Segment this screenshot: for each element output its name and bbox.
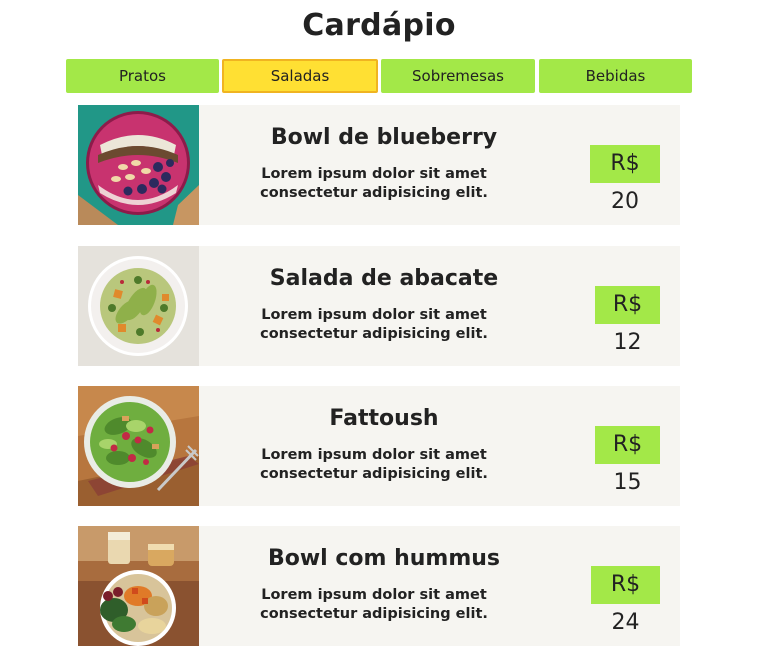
hummus-bowl-photo [78,526,199,646]
menu-item-description: Lorem ipsum dolor sit amet consectetur a… [199,306,549,344]
description-line: Lorem ipsum dolor sit amet [261,166,487,182]
description-line: Lorem ipsum dolor sit amet [261,447,487,463]
price-badge: R$ 24 [591,566,660,635]
menu-item-name: Fattoush [329,406,439,431]
tab-sobremesas[interactable]: Sobremesas [381,59,535,93]
description-line: consectetur adipisicing elit. [260,185,488,201]
page-title: Cardápio [302,8,456,43]
tab-pratos[interactable]: Pratos [66,59,219,93]
menu-item-name: Bowl com hummus [267,546,501,571]
tab-saladas[interactable]: Saladas [222,59,378,93]
description-line: consectetur adipisicing elit. [260,606,488,622]
menu-item-card[interactable]: Bowl de blueberry Lorem ipsum dolor sit … [78,105,680,225]
description-line: consectetur adipisicing elit. [260,466,488,482]
description-line: consectetur adipisicing elit. [260,326,488,342]
menu-item-name: Salada de abacate [269,266,499,291]
menu-item-card[interactable]: Bowl com hummus Lorem ipsum dolor sit am… [78,526,680,646]
price-badge: R$ 12 [595,286,660,355]
menu-item-description: Lorem ipsum dolor sit amet consectetur a… [199,586,549,624]
blueberry-bowl-photo [78,105,199,225]
menu-item-card[interactable]: Fattoush Lorem ipsum dolor sit amet cons… [78,386,680,506]
menu-item-name: Bowl de blueberry [270,125,498,150]
menu-item-description: Lorem ipsum dolor sit amet consectetur a… [199,165,549,203]
description-line: Lorem ipsum dolor sit amet [261,307,487,323]
fattoush-salad-photo [78,386,199,506]
tab-bebidas[interactable]: Bebidas [539,59,692,93]
price-badge: R$ 20 [590,145,660,214]
price-badge: R$ 15 [595,426,660,495]
menu-item-description: Lorem ipsum dolor sit amet consectetur a… [199,446,549,484]
avocado-salad-photo [78,246,199,366]
category-tabs: Pratos Saladas Sobremesas Bebidas [66,59,692,93]
description-line: Lorem ipsum dolor sit amet [261,587,487,603]
menu-item-card[interactable]: Salada de abacate Lorem ipsum dolor sit … [78,246,680,366]
